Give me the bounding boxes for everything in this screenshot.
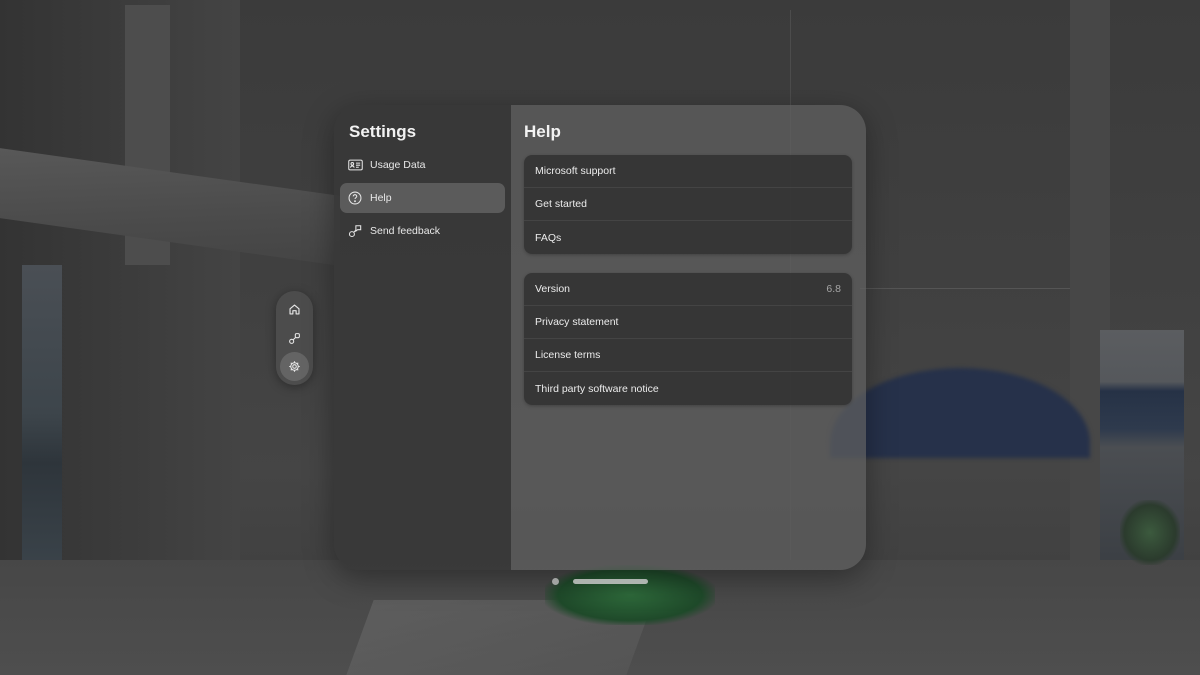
row-label: Third party software notice (535, 382, 659, 395)
page-dot[interactable] (552, 578, 559, 585)
row-label: License terms (535, 349, 601, 361)
support-links-group: Microsoft support Get started FAQs (524, 155, 852, 254)
microsoft-support-link[interactable]: Microsoft support (524, 155, 852, 188)
sidebar-item-label: Help (370, 192, 392, 204)
help-content: Help Microsoft support Get started FAQs … (511, 105, 866, 570)
license-terms-link[interactable]: License terms (524, 339, 852, 372)
rail-apps-button[interactable] (280, 324, 309, 353)
settings-window: Settings Usage Data Help Send feedback H… (334, 105, 866, 570)
navigation-rail (276, 291, 313, 385)
sidebar-item-send-feedback[interactable]: Send feedback (340, 216, 505, 246)
rail-home-button[interactable] (280, 295, 309, 324)
sidebar-title: Settings (349, 122, 417, 141)
home-icon (289, 304, 300, 315)
help-circle-icon (347, 190, 363, 206)
window-grab-bar[interactable] (573, 579, 648, 584)
feedback-icon (347, 223, 363, 239)
privacy-statement-link[interactable]: Privacy statement (524, 306, 852, 339)
sidebar-item-usage-data[interactable]: Usage Data (340, 150, 505, 180)
row-label: Microsoft support (535, 165, 616, 177)
sidebar-item-help[interactable]: Help (340, 183, 505, 213)
row-label: Privacy statement (535, 316, 619, 328)
window-pager (552, 578, 648, 585)
faqs-link[interactable]: FAQs (524, 221, 852, 254)
row-label: Get started (535, 198, 587, 210)
row-label: FAQs (535, 231, 562, 244)
sidebar-item-label: Usage Data (370, 159, 426, 171)
sidebar-item-label: Send feedback (370, 225, 441, 237)
gear-icon (289, 361, 300, 372)
row-label: Version (535, 283, 571, 295)
get-started-link[interactable]: Get started (524, 188, 852, 221)
rail-settings-button[interactable] (280, 352, 309, 382)
page-title: Help (524, 122, 561, 141)
app-info-group: Version 6.8 Privacy statement License te… (524, 273, 852, 405)
settings-sidebar: Settings Usage Data Help Send feedback (334, 105, 511, 570)
third-party-notice-link[interactable]: Third party software notice (524, 372, 852, 405)
apps-icon (289, 332, 300, 344)
version-row: Version 6.8 (524, 273, 852, 306)
id-card-icon (347, 157, 363, 173)
version-value: 6.8 (826, 283, 841, 295)
